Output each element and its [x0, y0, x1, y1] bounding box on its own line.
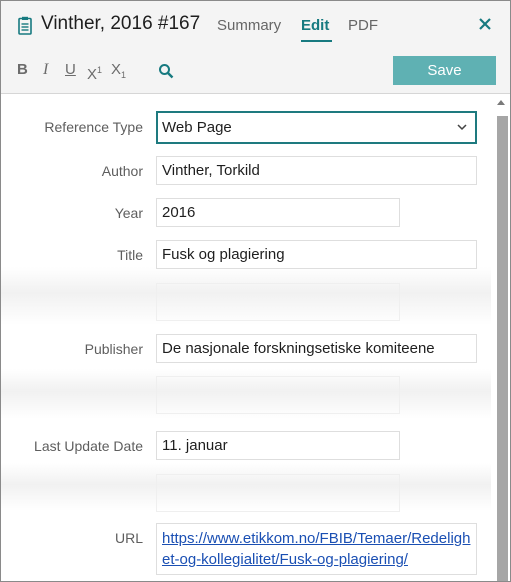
- subscript-base: X: [111, 61, 122, 78]
- url-label: URL: [114, 530, 143, 546]
- chevron-down-icon: [457, 124, 467, 131]
- reference-title: Vinther, 2016 #167: [41, 13, 201, 34]
- bold-button[interactable]: B: [17, 61, 28, 79]
- url-link[interactable]: https://www.etikkom.no/FBIB/Temaer/Redel…: [162, 530, 470, 568]
- scrollbar-thumb[interactable]: [497, 116, 508, 581]
- last-update-date-label: Last Update Date: [34, 438, 143, 454]
- underline-button[interactable]: U: [65, 61, 76, 79]
- superscript-button[interactable]: X1: [87, 61, 102, 84]
- year-label: Year: [114, 205, 143, 221]
- active-tab-indicator: [301, 40, 332, 42]
- tab-pdf[interactable]: PDF: [348, 17, 378, 34]
- publisher-field[interactable]: De nasjonale forskningsetiske komiteene: [156, 334, 477, 363]
- last-update-date-field[interactable]: 11. januar: [156, 431, 400, 460]
- document-icon: [18, 16, 32, 35]
- tab-summary[interactable]: Summary: [217, 17, 281, 34]
- hidden-field[interactable]: [156, 376, 400, 414]
- superscript-base: X: [87, 66, 98, 83]
- italic-button[interactable]: I: [43, 61, 48, 79]
- subscript-mark: 1: [121, 70, 127, 80]
- scroll-up-arrow-icon[interactable]: [494, 95, 508, 109]
- hidden-field[interactable]: [156, 474, 400, 512]
- editor-header: Vinther, 2016 #167 Summary Edit PDF B I …: [1, 1, 510, 94]
- reference-type-value: Web Page: [162, 119, 232, 136]
- reference-type-label: Reference Type: [44, 119, 143, 135]
- search-icon[interactable]: [158, 63, 174, 79]
- superscript-mark: 1: [97, 65, 103, 75]
- tab-edit[interactable]: Edit: [301, 17, 329, 34]
- author-label: Author: [101, 163, 143, 179]
- reference-editor-panel: Vinther, 2016 #167 Summary Edit PDF B I …: [0, 0, 511, 582]
- subscript-button[interactable]: X1: [111, 61, 126, 84]
- reference-type-select[interactable]: Web Page: [156, 111, 477, 144]
- hidden-field[interactable]: [156, 283, 400, 321]
- url-field[interactable]: https://www.etikkom.no/FBIB/Temaer/Redel…: [156, 523, 477, 575]
- author-field[interactable]: Vinther, Torkild: [156, 156, 477, 185]
- save-button[interactable]: Save: [393, 56, 496, 85]
- publisher-label: Publisher: [84, 341, 143, 357]
- year-field[interactable]: 2016: [156, 198, 400, 227]
- title-label: Title: [117, 247, 143, 263]
- close-icon[interactable]: [477, 16, 493, 32]
- title-field[interactable]: Fusk og plagiering: [156, 240, 477, 269]
